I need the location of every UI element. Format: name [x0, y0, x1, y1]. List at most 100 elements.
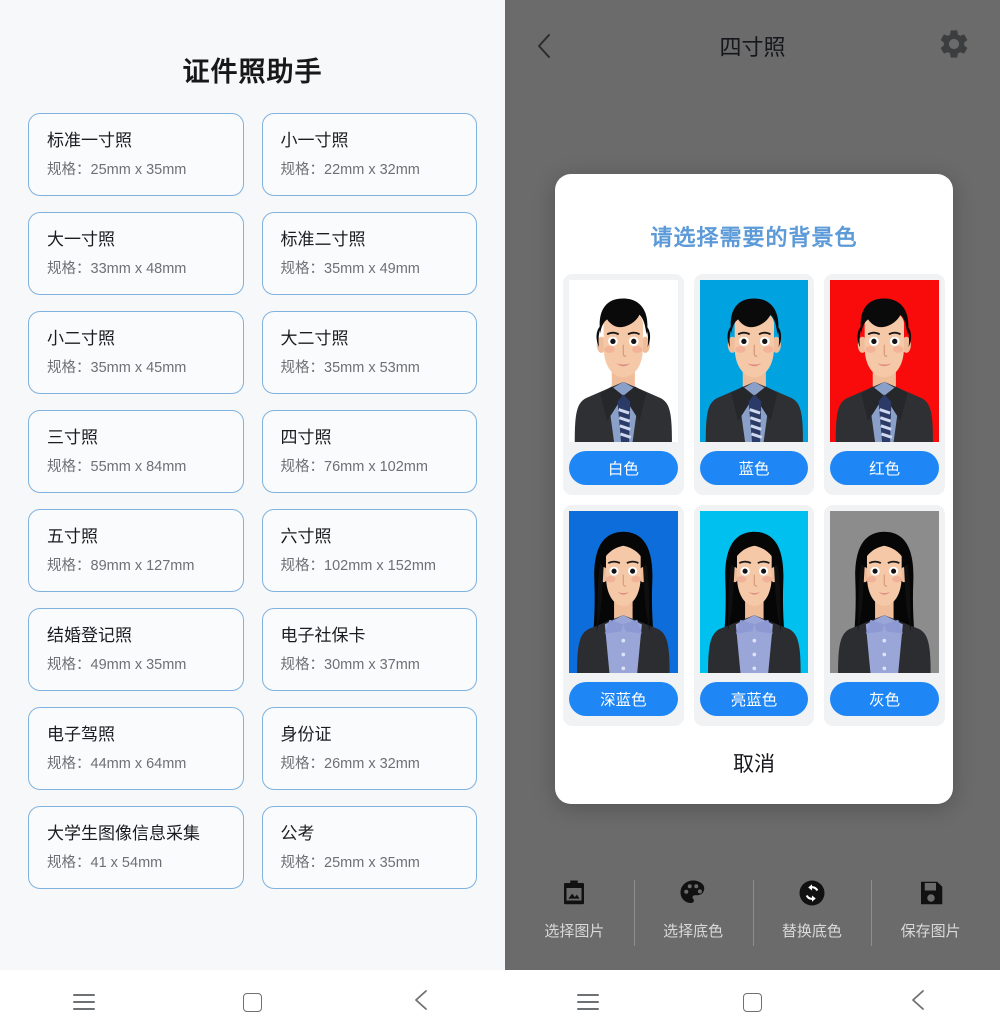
photo-size-card[interactable]: 大二寸照规格：35mm x 53mm	[261, 311, 477, 394]
dialog-title: 请选择需要的背景色	[650, 225, 858, 250]
image-picker-icon	[559, 878, 589, 908]
photo-size-spec: 规格：44mm x 64mm	[47, 756, 187, 773]
header-title: 四寸照	[719, 35, 786, 60]
settings-button[interactable]	[934, 26, 974, 66]
gear-icon	[937, 27, 971, 66]
nav-back-button[interactable]	[389, 980, 453, 1024]
color-label-button[interactable]: 亮蓝色	[699, 682, 809, 716]
photo-size-name: 小二寸照	[47, 328, 115, 348]
color-label-button[interactable]: 红色	[830, 451, 939, 485]
cancel-button[interactable]: 取消	[555, 726, 953, 804]
photo-size-spec: 规格：25mm x 35mm	[280, 855, 420, 872]
photo-size-card[interactable]: 电子驾照规格：44mm x 64mm	[28, 707, 244, 790]
photo-size-name: 公考	[280, 823, 315, 843]
photo-size-card[interactable]: 标准一寸照规格：25mm x 35mm	[28, 113, 244, 196]
photo-size-name: 标准二寸照	[280, 229, 366, 249]
photo-size-card[interactable]: 四寸照规格：76mm x 102mm	[261, 410, 477, 493]
photo-size-spec: 规格：49mm x 35mm	[47, 657, 187, 674]
toolbar-button[interactable]: 选择图片	[515, 878, 634, 941]
photo-size-name: 标准一寸照	[47, 130, 132, 150]
right-phone-screen: 四寸照 请选择需要的背景色 白色 蓝色 红色深蓝色 亮蓝色 灰色 取消 选择图片 选择底色…	[505, 0, 1000, 1034]
nav-back-button[interactable]	[886, 980, 950, 1024]
toolbar-button[interactable]: 替换底色	[752, 878, 872, 946]
photo-size-name: 大二寸照	[280, 328, 349, 348]
hamburger-icon	[576, 994, 599, 1010]
photo-size-spec: 规格：89mm x 127mm	[47, 558, 195, 575]
nav-menu-button[interactable]	[556, 980, 620, 1024]
photo-size-card[interactable]: 三寸照规格：55mm x 84mm	[28, 410, 244, 493]
palette-icon	[678, 878, 708, 908]
background-color-option[interactable]: 灰色	[824, 505, 945, 726]
toolbar-button[interactable]: 选择底色	[633, 878, 753, 946]
background-color-option[interactable]: 亮蓝色	[693, 505, 815, 726]
photo-size-spec: 规格：35mm x 49mm	[280, 261, 420, 278]
toolbar-button-label: 替换底色	[781, 922, 842, 940]
photo-size-name: 小一寸照	[280, 130, 349, 150]
photo-size-spec: 规格：55mm x 84mm	[47, 459, 187, 476]
photo-size-name: 身份证	[280, 724, 332, 744]
dialog-overlay: 请选择需要的背景色 白色 蓝色 红色深蓝色 亮蓝色 灰色 取消	[505, 92, 1000, 862]
photo-size-card[interactable]: 身份证规格：26mm x 32mm	[261, 707, 477, 790]
photo-size-grid: 标准一寸照 规格：25mm x 35mm 小一寸照 规格：22mm x 32mm 大一寸…	[0, 99, 505, 970]
photo-size-card[interactable]: 公考规格：25mm x 35mm	[261, 806, 477, 889]
toolbar-button[interactable]: 保存图片	[871, 878, 990, 946]
square-home-icon	[242, 992, 262, 1012]
photo-size-spec: 规格：25mm x 35mm	[47, 162, 187, 179]
bottom-toolbar: 选择图片 选择底色 替换底色 保存图片	[505, 862, 1000, 970]
photo-size-name: 四寸照	[280, 427, 332, 447]
color-label-button[interactable]: 深蓝色	[569, 682, 678, 716]
photo-size-card[interactable]: 大学生图像信息采集 规格：41 x 54mm	[28, 806, 244, 889]
color-option-grid: 白色 蓝色 红色深蓝色 亮蓝色 灰色	[555, 274, 953, 726]
chevron-left-icon	[910, 988, 926, 1017]
android-nav-bar-right	[505, 970, 1000, 1034]
portrait-preview-male	[830, 280, 939, 442]
toolbar-button-label: 选择底色	[663, 922, 724, 940]
photo-size-spec: 规格：22mm x 32mm	[280, 162, 420, 179]
portrait-preview-female	[830, 511, 939, 673]
background-color-dialog: 请选择需要的背景色 白色 蓝色 红色深蓝色 亮蓝色 灰色 取消	[555, 174, 953, 804]
nav-home-button[interactable]	[220, 980, 284, 1024]
photo-size-card[interactable]: 六寸照规格：102mm x 152mm	[261, 509, 477, 592]
android-nav-bar-left	[0, 970, 505, 1034]
photo-size-spec: 规格：30mm x 37mm	[280, 657, 420, 674]
refresh-swap-icon	[797, 878, 827, 908]
color-label-button[interactable]: 白色	[569, 451, 678, 485]
dual-screenshot: 证件照助手 标准一寸照 规格：25mm x 35mm 小一寸照 规格：22mm x 3…	[0, 0, 1000, 1034]
photo-size-card[interactable]: 小一寸照规格：22mm x 32mm	[261, 113, 477, 196]
photo-size-card[interactable]: 五寸照 规格：89mm x 127mm	[28, 509, 244, 592]
photo-size-card[interactable]: 结婚登记照规格：49mm x 35mm	[28, 608, 244, 691]
square-home-icon	[743, 992, 762, 1012]
photo-size-name: 结婚登记照	[47, 625, 132, 645]
photo-size-spec: 规格：35mm x 53mm	[280, 360, 420, 377]
photo-size-name: 六寸照	[280, 526, 332, 546]
portrait-preview-male	[699, 280, 809, 442]
background-color-option[interactable]: 深蓝色	[563, 505, 684, 726]
photo-size-spec: 规格：76mm x 102mm	[280, 459, 428, 476]
color-label-button[interactable]: 蓝色	[699, 451, 809, 485]
background-color-option[interactable]: 红色	[824, 274, 945, 495]
left-phone-screen: 证件照助手 标准一寸照 规格：25mm x 35mm 小一寸照 规格：22mm x 3…	[0, 0, 505, 1034]
photo-size-spec: 规格：35mm x 45mm	[47, 360, 187, 377]
header-back-button[interactable]	[531, 33, 557, 59]
photo-size-spec: 规格：26mm x 32mm	[280, 756, 420, 773]
photo-size-spec: 规格：102mm x 152mm	[280, 558, 437, 575]
portrait-preview-male	[569, 280, 678, 442]
background-color-option[interactable]: 蓝色	[693, 274, 815, 495]
nav-home-button[interactable]	[721, 980, 785, 1024]
photo-size-name: 电子驾照	[47, 724, 115, 744]
color-label-button[interactable]: 灰色	[830, 682, 939, 716]
photo-size-name: 大一寸照	[47, 229, 115, 249]
photo-size-card[interactable]: 电子社保卡 规格：30mm x 37mm	[261, 608, 477, 691]
portrait-preview-female	[569, 511, 678, 673]
photo-size-card[interactable]: 小二寸照规格：35mm x 45mm	[28, 311, 244, 394]
save-floppy-icon	[916, 878, 946, 908]
photo-size-name: 三寸照	[47, 427, 98, 447]
portrait-preview-female	[699, 511, 809, 673]
background-color-option[interactable]: 白色	[563, 274, 684, 495]
nav-menu-button[interactable]	[52, 980, 116, 1024]
photo-size-card[interactable]: 标准二寸照规格：35mm x 49mm	[261, 212, 477, 295]
photo-size-name: 大学生图像信息采集	[47, 823, 200, 843]
photo-size-card[interactable]: 大一寸照 规格：33mm x 48mm	[28, 212, 244, 295]
hamburger-icon	[73, 994, 96, 1010]
chevron-left-icon	[413, 988, 429, 1017]
